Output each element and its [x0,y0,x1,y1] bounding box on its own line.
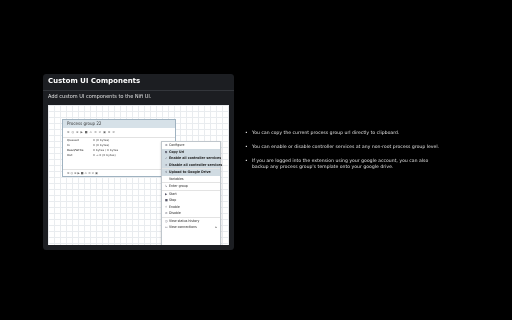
menu-item-label: View status history [169,218,200,223]
menu-item-label: Start [169,191,177,196]
divider [43,90,234,91]
stat-value: 0 → 0 (0 bytes) [93,153,116,157]
card-title: Custom UI Components [48,77,141,85]
stat-label: Queued [67,138,79,142]
process-group-box: Process group 22 ⊗ ◎ ⊕ ▶ ■ ⚠ ⊘ ⊙ ▣ ⊗ ⊘ Q… [62,119,179,177]
menu-item-label: Copy Url [169,149,185,154]
process-group-status-icons: ⊗ ◎ ⊕ ▶ ■ ⚠ ⊘ ⊙ ▣ ⊗ ⊘ [63,128,175,138]
menu-item-variables[interactable]: Variables [162,176,220,183]
menu-item-label: Enable all controller services [169,156,222,160]
bullet-google-drive: If you are logged into the extension usi… [245,159,445,171]
process-group-name: Process group 22 [63,120,175,128]
menu-item-label: Enter group [169,184,188,188]
stat-label: In [67,143,70,147]
menu-item-label: Variables [169,176,184,181]
nifi-canvas-screenshot: Process group 22 ⊗ ◎ ⊕ ▶ ■ ⚠ ⊘ ⊙ ▣ ⊗ ⊘ Q… [48,105,229,245]
stat-label: Read/Write [67,148,84,152]
menu-item-label: Configure [169,143,185,147]
feature-bullets: You can copy the current process group u… [245,131,445,179]
menu-item-enter-group[interactable]: ↳Enter group [162,183,220,191]
menu-item-label: View connections [169,225,197,229]
context-menu: ⚙Configure ⧉ Copy Url ✓Enable all controlle… [161,141,223,245]
menu-item-label: Disable [169,211,181,215]
card-subtitle: Add custom UI components to the Nifi UI. [48,94,152,100]
submenu-arrow-icon: ▸ [215,225,217,229]
menu-item-label: Enable [169,204,180,209]
menu-item-disable-all-controller-services[interactable]: ✕Disable all controller services [162,161,223,169]
bullet-copy-url: You can copy the current process group u… [245,131,445,137]
menu-item-disable[interactable]: ⊘Disable [162,210,220,218]
menu-item-label: Disable all controller services [169,162,223,167]
menu-item-label: Stop [169,198,177,202]
menu-item-label: Upload to Google Drive [169,170,211,174]
bullet-controller-services: You can enable or disable controller ser… [245,145,445,151]
process-group-stat-row: Out 0 → 0 (0 bytes) [63,153,175,158]
menu-item-view-connections[interactable]: ↔View connections ▸ [162,224,220,231]
stat-label: Out [67,153,73,157]
feature-card: Custom UI Components Add custom UI compo… [43,74,234,250]
